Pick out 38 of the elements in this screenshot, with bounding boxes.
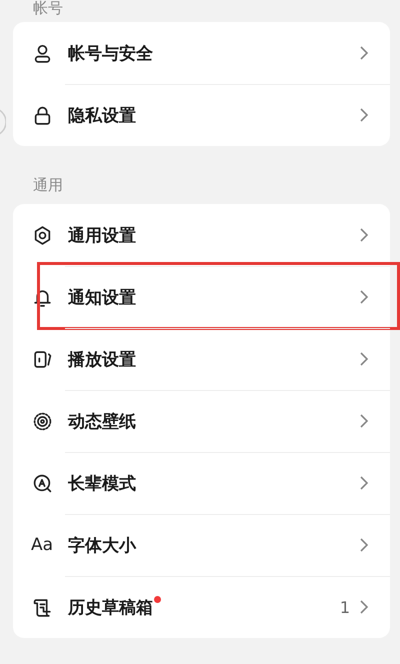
settings-label: 通知设置	[68, 286, 136, 308]
count-value: 1	[340, 598, 350, 616]
chevron-icon	[358, 107, 370, 123]
settings-label: 播放设置	[68, 348, 136, 370]
chevron-icon	[358, 45, 370, 61]
font-size-icon: Aa	[31, 535, 55, 555]
settings-label: 动态壁纸	[68, 410, 136, 432]
user-icon	[32, 42, 53, 64]
settings-label: 长辈模式	[68, 472, 136, 494]
settings-label: 帐号与安全	[68, 42, 153, 64]
lock-icon	[32, 104, 53, 126]
settings-row[interactable]: 通知设置	[13, 266, 390, 328]
settings-row[interactable]: 帐号与安全	[13, 22, 390, 84]
settings-label: 历史草稿箱	[68, 596, 153, 618]
settings-label: 通用设置	[68, 224, 136, 246]
chevron-icon	[358, 537, 370, 553]
settings-row[interactable]: 长辈模式	[13, 452, 390, 514]
settings-label: 字体大小	[68, 534, 136, 556]
settings-row[interactable]: Aa 字体大小	[13, 514, 390, 576]
section-header: 帐号	[32, 0, 64, 18]
chevron-icon	[358, 475, 370, 491]
draft-box-icon	[32, 596, 53, 618]
settings-row[interactable]: 播放设置	[13, 328, 390, 390]
settings-icon	[32, 224, 53, 246]
chevron-icon	[358, 599, 370, 615]
settings-row[interactable]: 动态壁纸	[13, 390, 390, 452]
chevron-icon	[358, 351, 370, 367]
play-panel-icon	[32, 348, 53, 370]
elder-mode-icon	[32, 472, 53, 494]
settings-label: 隐私设置	[68, 104, 136, 126]
settings-row[interactable]: 隐私设置	[13, 84, 390, 146]
settings-row[interactable]: 历史草稿箱 1	[13, 576, 390, 638]
chevron-icon	[358, 227, 370, 243]
chevron-icon	[358, 289, 370, 305]
settings-row[interactable]: 通用设置	[13, 204, 390, 266]
section-header: 通用	[32, 175, 64, 195]
wallpaper-icon	[32, 410, 53, 432]
chevron-icon	[358, 413, 370, 429]
